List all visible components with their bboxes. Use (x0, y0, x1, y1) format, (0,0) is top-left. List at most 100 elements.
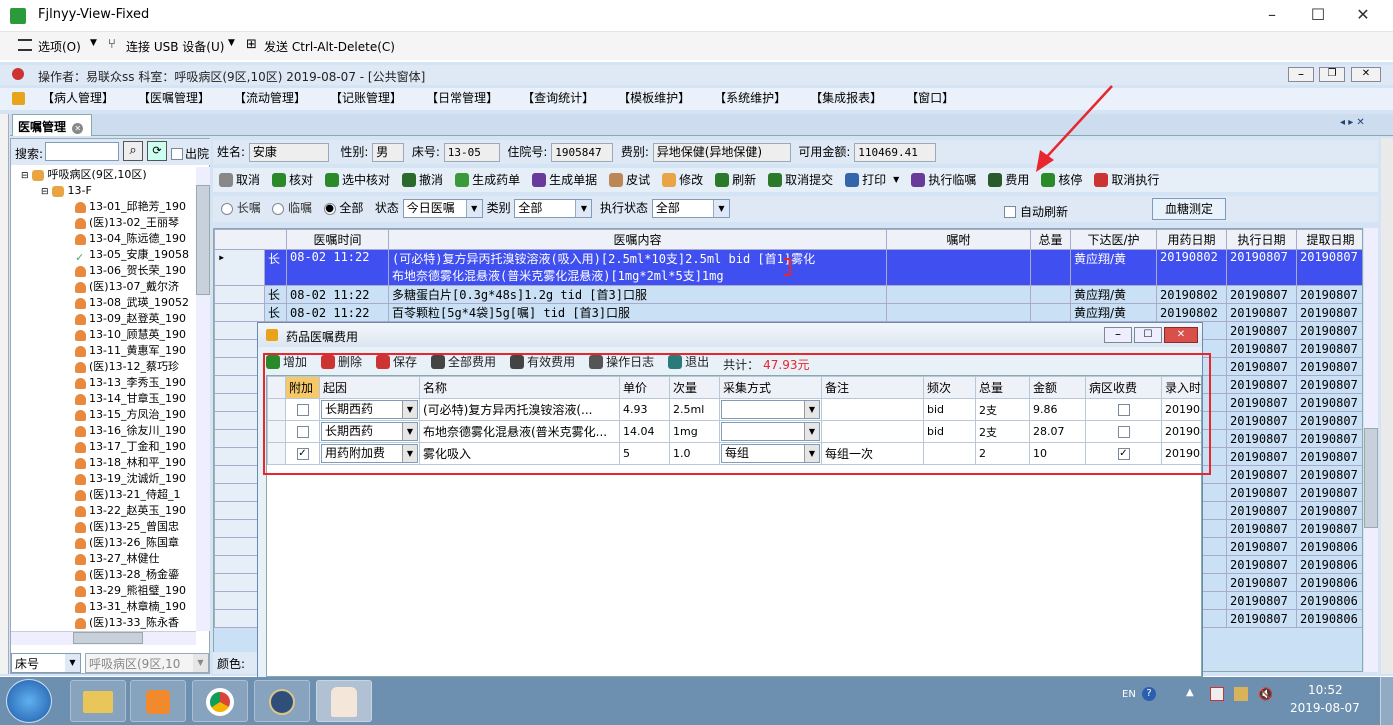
tree-patient[interactable]: 13-13_李秀玉_190 (11, 375, 195, 391)
search-icon[interactable]: ⌕ (123, 141, 143, 161)
toolbar-button-7[interactable]: 修改 (662, 169, 703, 191)
order-row[interactable]: 长 08-02 11:22 百苓颗粒[5g*4袋]5g[嘱] tid [首3]口服 黄… (214, 303, 1362, 322)
start-button[interactable] (6, 679, 52, 723)
row-header[interactable] (214, 303, 265, 322)
toolbar-button-11[interactable]: 执行临嘱 (911, 169, 976, 191)
ward-combo[interactable]: 呼吸病区(9区,10 ▼ (85, 653, 209, 673)
tree-ward[interactable]: ⊟ 呼吸病区(9区,10区) (11, 167, 195, 183)
tab-order-management[interactable]: 医嘱管理 ✕ (12, 114, 92, 136)
menu-window[interactable]: 【窗口】 (894, 88, 966, 108)
dialog-maximize-button[interactable]: ☐ (1134, 327, 1162, 343)
menu-report[interactable]: 【集成报表】 (798, 88, 894, 108)
toolbar-button-6[interactable]: 皮试 (609, 169, 650, 191)
toolbar-button-1[interactable]: 核对 (272, 169, 313, 191)
col-5[interactable]: 用药日期 (1156, 229, 1227, 250)
tree-patient[interactable]: 13-15_方凤治_190 (11, 407, 195, 423)
tree-patient[interactable]: 13-08_武瑛_19052 (11, 295, 195, 311)
menu-template[interactable]: 【模板维护】 (606, 88, 702, 108)
tree-patient[interactable]: (医)13-26_陈国章 (11, 535, 195, 551)
toolbar-button-4[interactable]: 生成药单 (455, 169, 520, 191)
dialog-minimize-button[interactable]: – (1104, 327, 1132, 343)
close-button[interactable]: ✕ (1340, 0, 1386, 32)
tree-patient[interactable]: 13-18_林和平_190 (11, 455, 195, 471)
bed-combo[interactable]: 床号 ▼ (11, 653, 81, 673)
options-menu[interactable]: 选项(O) (38, 38, 81, 55)
toolbar-button-5[interactable]: 生成单据 (532, 169, 597, 191)
show-desktop-button[interactable] (1380, 677, 1393, 725)
col-6[interactable]: 执行日期 (1226, 229, 1297, 250)
help-icon[interactable]: ? (1142, 687, 1156, 701)
toolbar-button-8[interactable]: 刷新 (715, 169, 756, 191)
dialog-close-button[interactable]: ✕ (1164, 327, 1198, 343)
row-header[interactable] (214, 285, 265, 304)
tree-scrollbar[interactable] (196, 167, 210, 631)
maximize-button[interactable]: ☐ (1295, 0, 1341, 32)
tree-patient[interactable]: 13-01_邱艳芳_190 (11, 199, 195, 215)
usb-menu[interactable]: 连接 USB 设备(U) (126, 38, 224, 55)
tree-patient[interactable]: 13-22_赵英玉_190 (11, 503, 195, 519)
menu-query[interactable]: 【查询统计】 (510, 88, 606, 108)
tree-patient[interactable]: 13-31_林章楠_190 (11, 599, 195, 615)
tree-patient[interactable]: (医)13-02_王丽琴 (11, 215, 195, 231)
menu-flow[interactable]: 【流动管理】 (222, 88, 318, 108)
mdi-close-button[interactable]: ✕ (1351, 67, 1381, 82)
send-cad-menu[interactable]: 发送 Ctrl-Alt-Delete(C) (264, 38, 395, 55)
tree-patient[interactable]: 13-06_贺长荣_190 (11, 263, 195, 279)
col-7[interactable]: 提取日期 (1296, 229, 1362, 250)
menu-system[interactable]: 【系统维护】 (702, 88, 798, 108)
search-input[interactable] (45, 142, 119, 161)
toolbar-button-3[interactable]: 撤消 (402, 169, 443, 191)
tree-patient[interactable]: 13-11_黄惠军_190 (11, 343, 195, 359)
tree-patient[interactable]: 13-04_陈远德_190 (11, 231, 195, 247)
tree-patient[interactable]: 13-29_熊祖璧_190 (11, 583, 195, 599)
tree-patient[interactable]: 13-16_徐友川_190 (11, 423, 195, 439)
tree-patient[interactable]: (医)13-21_侍超_1 (11, 487, 195, 503)
his-taskbar-icon[interactable] (316, 680, 372, 722)
options-dropdown-icon[interactable]: ▼ (90, 38, 97, 48)
tab-close-icon[interactable]: ✕ (72, 123, 84, 134)
clock-date[interactable]: 2019-08-07 (1290, 701, 1360, 715)
col-total[interactable]: 总量 (1030, 229, 1071, 250)
type-select[interactable]: 全部 ▼ (514, 199, 593, 218)
volume-muted-icon[interactable]: 🔇 (1258, 687, 1273, 701)
temp-radio[interactable]: 临嘱 (272, 201, 312, 215)
mdi-restore-button[interactable]: ❐ (1319, 67, 1345, 82)
tree-patient[interactable]: (医)13-12_蔡巧珍 (11, 359, 195, 375)
col-instruction[interactable]: 嘱咐 (886, 229, 1031, 250)
col-content[interactable]: 医嘱内容 (388, 229, 887, 250)
tree-patient[interactable]: 13-17_丁金和_190 (11, 439, 195, 455)
all-radio[interactable]: ● 全部 (323, 201, 363, 215)
col-4[interactable]: 下达医/护 (1070, 229, 1157, 250)
menu-billing[interactable]: 【记账管理】 (318, 88, 414, 108)
tray-expand-icon[interactable]: ▲ (1186, 687, 1194, 698)
col-time[interactable]: 医嘱时间 (286, 229, 389, 250)
tree-patient[interactable]: (医)13-25_曾国忠 (11, 519, 195, 535)
tree-patient[interactable]: 13-19_沈诚炘_190 (11, 471, 195, 487)
tree-patient[interactable]: (医)13-28_杨金鎏 (11, 567, 195, 583)
tree-patient[interactable]: 13-10_顾慧英_190 (11, 327, 195, 343)
tree-hscrollbar[interactable] (11, 631, 196, 645)
status-select[interactable]: 今日医嘱 ▼ (402, 199, 483, 218)
row-header[interactable]: ▸ (214, 249, 265, 286)
menu-daily[interactable]: 【日常管理】 (414, 88, 510, 108)
usb-dropdown-icon[interactable]: ▼ (228, 38, 235, 48)
toolbar-button-9[interactable]: 取消提交 (768, 169, 833, 191)
tree-patient[interactable]: 13-14_甘章玉_190 (11, 391, 195, 407)
toolbar-button-10[interactable]: 打印 ▼ (845, 169, 899, 191)
language-indicator[interactable]: EN (1122, 689, 1136, 700)
refresh-icon[interactable]: ⟳ (147, 141, 167, 161)
mdi-minimize-button[interactable]: – (1288, 67, 1314, 82)
blood-sugar-button[interactable]: 血糖测定 (1152, 198, 1226, 220)
exec-select[interactable]: 全部 ▼ (651, 199, 730, 218)
order-grid-scrollbar[interactable] (1364, 228, 1378, 672)
tree-patient[interactable]: (医)13-07_戴尔济 (11, 279, 195, 295)
auto-refresh-checkbox[interactable] (1004, 204, 1016, 218)
tab-scroll-icons[interactable]: ◂ ▸ ✕ (1340, 117, 1365, 128)
menu-order[interactable]: 【医嘱管理】 (126, 88, 222, 108)
network-tray-icon[interactable] (1234, 687, 1248, 701)
menu-patient[interactable]: 【病人管理】 (30, 88, 126, 108)
tree-floor[interactable]: ⊟ 13-F (11, 183, 195, 199)
minimize-button[interactable]: – (1249, 0, 1295, 32)
clock-time[interactable]: 10:52 (1308, 683, 1343, 697)
explorer-taskbar-icon[interactable] (70, 680, 126, 722)
